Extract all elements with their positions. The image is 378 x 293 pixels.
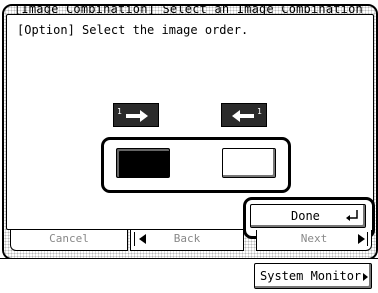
cancel-label: Cancel xyxy=(49,232,89,245)
status-bar: System Monitor xyxy=(0,258,378,293)
option-dialog: [Option] Select the image order. 1 1 Don… xyxy=(6,14,375,239)
next-label: Next xyxy=(300,232,328,245)
image-order-selector xyxy=(101,137,291,193)
cancel-button[interactable]: Cancel xyxy=(10,230,128,251)
screen-frame: [Image Combination] Select an Image Comb… xyxy=(2,4,378,260)
next-button[interactable]: Next xyxy=(256,230,372,251)
left-to-right-order-icon: 1 xyxy=(113,103,159,127)
done-label: Done xyxy=(291,209,320,223)
order-number: 1 xyxy=(257,107,262,116)
right-to-left-order-icon: 1 xyxy=(221,103,267,127)
done-button[interactable]: Done xyxy=(250,204,366,228)
system-monitor-label: System Monitor xyxy=(260,269,362,283)
back-label: Back xyxy=(173,232,201,245)
back-button[interactable]: Back xyxy=(130,230,244,251)
right-to-left-option-button[interactable] xyxy=(222,148,276,178)
enter-icon xyxy=(346,210,358,221)
screen-background: [Image Combination] Select an Image Comb… xyxy=(4,6,376,258)
order-number: 1 xyxy=(117,107,122,116)
next-bar-icon xyxy=(367,232,368,246)
chevron-right-icon xyxy=(363,273,368,281)
system-monitor-button[interactable]: System Monitor xyxy=(254,263,372,289)
next-arrow-icon xyxy=(358,234,365,244)
left-to-right-option-button[interactable] xyxy=(116,148,170,178)
dialog-title: [Option] Select the image order. xyxy=(17,23,249,37)
